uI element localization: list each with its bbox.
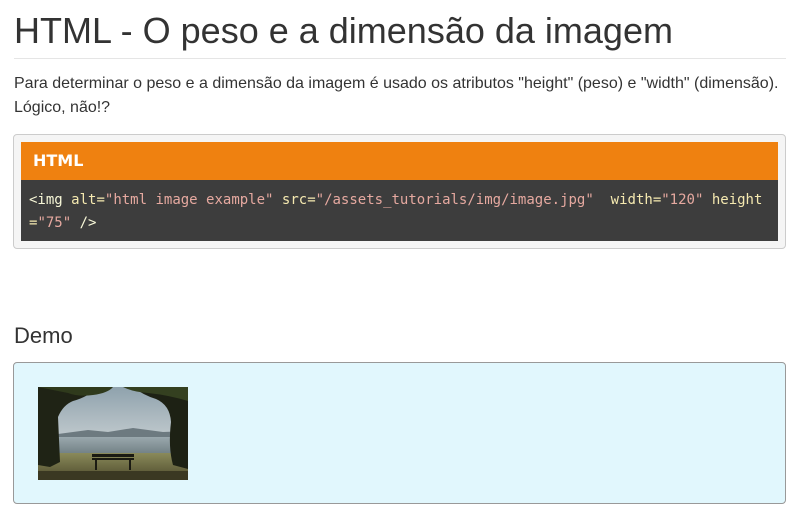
code-val-height: "75" bbox=[37, 215, 72, 231]
code-val-width: "120" bbox=[661, 192, 704, 208]
demo-heading: Demo bbox=[14, 323, 73, 348]
demo-output-box bbox=[13, 362, 786, 504]
code-val-src: "/assets_tutorials/img/image.jpg" bbox=[315, 192, 594, 208]
code-example-panel: HTML <img alt="html image example" src="… bbox=[13, 134, 786, 249]
code-eq: = bbox=[652, 192, 662, 208]
code-val-alt: "html image example" bbox=[104, 192, 274, 208]
code-attr-width: width bbox=[610, 192, 653, 208]
code-tag-open: <img bbox=[29, 192, 63, 208]
demo-image bbox=[38, 387, 188, 480]
page-title: HTML - O peso e a dimensão da imagem bbox=[14, 8, 786, 59]
code-tag-close: /> bbox=[79, 215, 97, 231]
intro-paragraph: Para determinar o peso e a dimensão da i… bbox=[14, 75, 779, 116]
code-snippet[interactable]: <img alt="html image example" src="/asse… bbox=[21, 180, 778, 241]
code-attr-alt: alt bbox=[71, 192, 97, 208]
code-eq: = bbox=[96, 192, 105, 208]
code-attr-src: src bbox=[281, 192, 308, 208]
code-attr-height: height bbox=[711, 192, 763, 208]
code-eq: = bbox=[307, 192, 316, 208]
lakeside-bench-image bbox=[38, 387, 188, 480]
code-language-header: HTML bbox=[21, 142, 778, 180]
